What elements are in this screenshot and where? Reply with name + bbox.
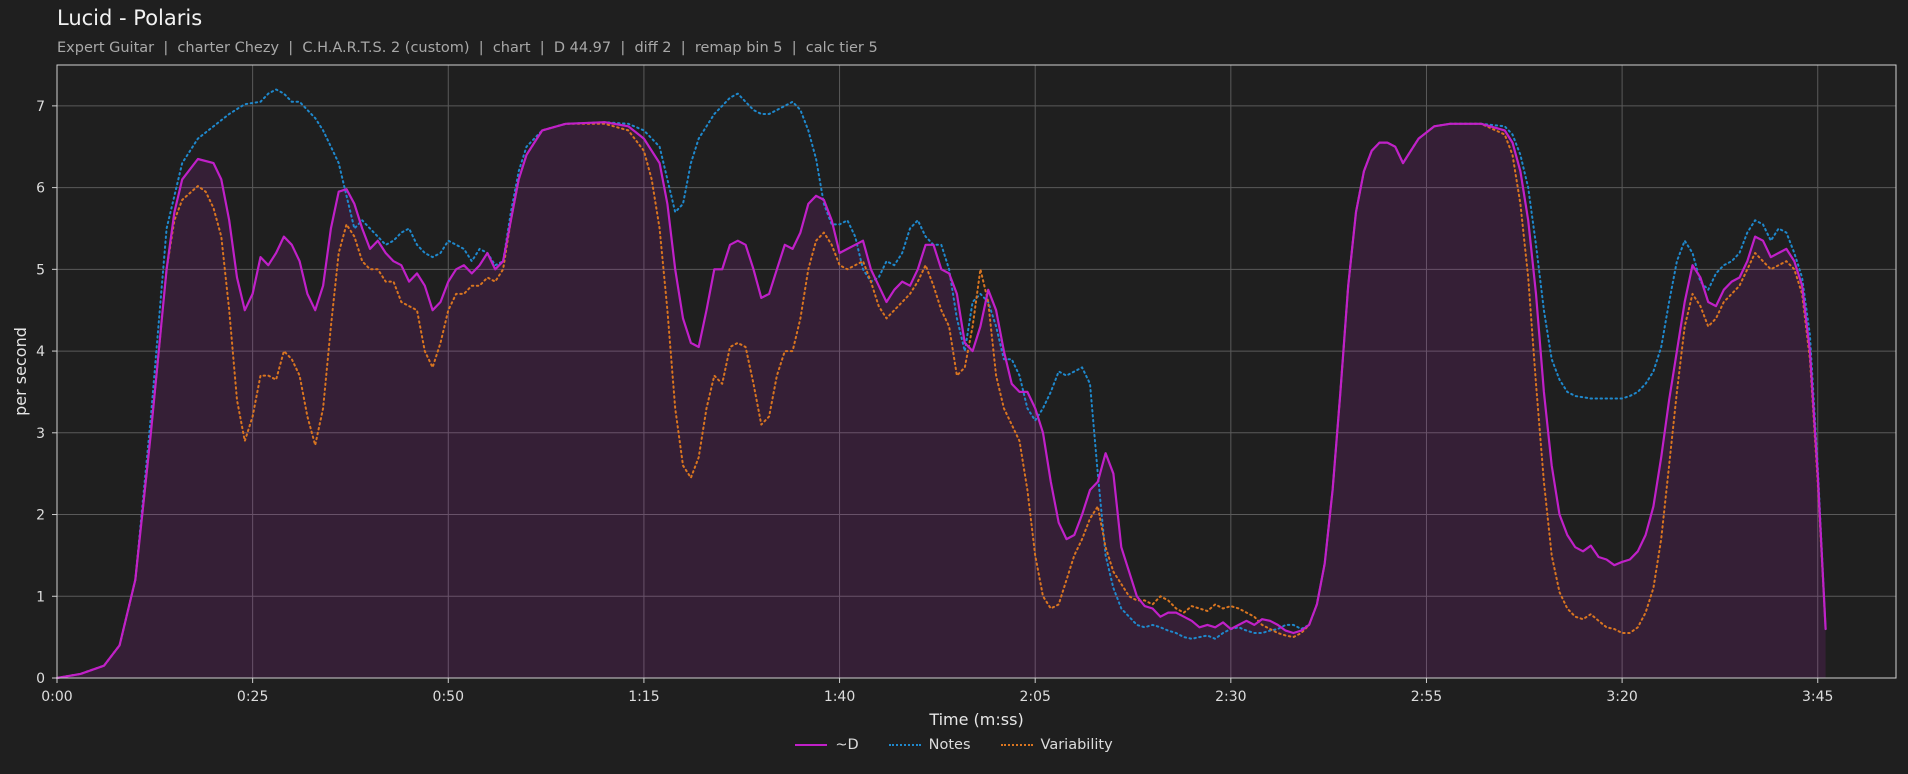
x-tick-label: 1:40 bbox=[824, 689, 855, 705]
x-tick-label: 1:15 bbox=[628, 689, 659, 705]
legend-swatch bbox=[795, 744, 828, 746]
y-axis-label: per second bbox=[11, 327, 30, 416]
x-tick-label: 2:30 bbox=[1215, 689, 1246, 705]
legend-swatch bbox=[888, 744, 921, 746]
legend-label: ~D bbox=[835, 737, 859, 753]
y-axis-ticks: 0 1 2 3 4 5 6 7 bbox=[36, 99, 57, 687]
y-tick-label: 2 bbox=[36, 508, 45, 524]
x-tick-label: 2:55 bbox=[1411, 689, 1442, 705]
y-tick-label: 7 bbox=[36, 99, 45, 115]
y-tick-label: 5 bbox=[36, 262, 45, 278]
x-tick-label: 0:25 bbox=[237, 689, 268, 705]
x-tick-label: 0:00 bbox=[41, 689, 72, 705]
x-axis-ticks: 0:00 0:25 0:50 1:15 1:40 2:05 2:30 2:55 3:20 3:45 bbox=[41, 678, 1833, 705]
x-tick-label: 0:50 bbox=[433, 689, 464, 705]
y-tick-label: 3 bbox=[36, 426, 45, 442]
legend-label: Variability bbox=[1040, 737, 1113, 753]
legend-label: Notes bbox=[928, 737, 971, 753]
y-tick-label: 6 bbox=[36, 181, 45, 197]
legend-swatch bbox=[1000, 744, 1033, 746]
legend-item: Variability bbox=[1000, 737, 1113, 753]
x-tick-label: 2:05 bbox=[1019, 689, 1050, 705]
y-tick-label: 1 bbox=[36, 589, 45, 605]
x-axis-label: Time (m:ss) bbox=[928, 710, 1023, 729]
line-chart: 0:00 0:25 0:50 1:15 1:40 2:05 2:30 2:55 3:20 3:45… bbox=[11, 64, 1897, 729]
y-tick-label: 0 bbox=[36, 671, 45, 687]
legend: ~D Notes Variability bbox=[0, 737, 1908, 753]
series-layer bbox=[55, 88, 1827, 680]
x-tick-label: 3:45 bbox=[1802, 689, 1833, 705]
legend-item: ~D bbox=[795, 737, 859, 753]
x-tick-label: 3:20 bbox=[1606, 689, 1637, 705]
y-tick-label: 4 bbox=[36, 344, 45, 360]
legend-item: Notes bbox=[888, 737, 971, 753]
